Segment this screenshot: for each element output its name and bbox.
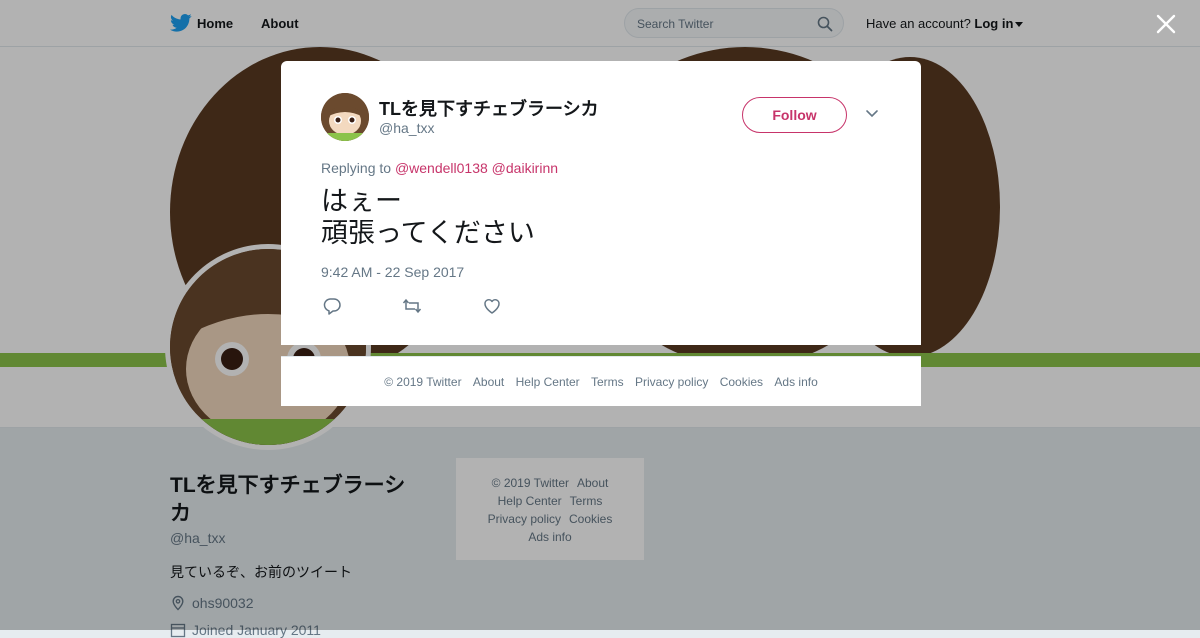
tweet-author-name[interactable]: TLを見下すチェブラーシカ: [379, 95, 599, 121]
replying-to: Replying to @wendell0138 @daikirinn: [321, 160, 558, 176]
modal-footer-links: © 2019 Twitter About Help Center Terms P…: [281, 375, 921, 389]
author-avatar-image: [321, 93, 369, 141]
modal-footer: © 2019 Twitter About Help Center Terms P…: [281, 356, 921, 406]
mention-link-1[interactable]: @wendell0138: [395, 160, 488, 176]
retweet-icon[interactable]: [402, 297, 422, 315]
heart-icon[interactable]: [482, 297, 502, 315]
footer-cookies-link[interactable]: Cookies: [720, 375, 763, 389]
replying-to-prefix: Replying to: [321, 160, 392, 176]
footer-about-link[interactable]: About: [473, 375, 504, 389]
footer-copyright: © 2019 Twitter: [384, 375, 462, 389]
close-icon[interactable]: [1155, 13, 1177, 35]
tweet-text: はぇー 頑張ってください: [321, 186, 535, 248]
footer-help-link[interactable]: Help Center: [516, 375, 580, 389]
mention-link-2[interactable]: @daikirinn: [492, 160, 558, 176]
follow-button[interactable]: Follow: [742, 97, 847, 133]
tweet-modal: TLを見下すチェブラーシカ @ha_txx Follow Replying to…: [281, 61, 921, 345]
footer-ads-link[interactable]: Ads info: [774, 375, 817, 389]
footer-terms-link[interactable]: Terms: [591, 375, 624, 389]
reply-icon[interactable]: [322, 297, 342, 315]
tweet-author-handle[interactable]: @ha_txx: [379, 120, 434, 136]
tweet-timestamp[interactable]: 9:42 AM - 22 Sep 2017: [321, 264, 464, 280]
chevron-down-icon[interactable]: [865, 109, 879, 119]
tweet-author-avatar[interactable]: [321, 93, 369, 141]
footer-privacy-link[interactable]: Privacy policy: [635, 375, 708, 389]
